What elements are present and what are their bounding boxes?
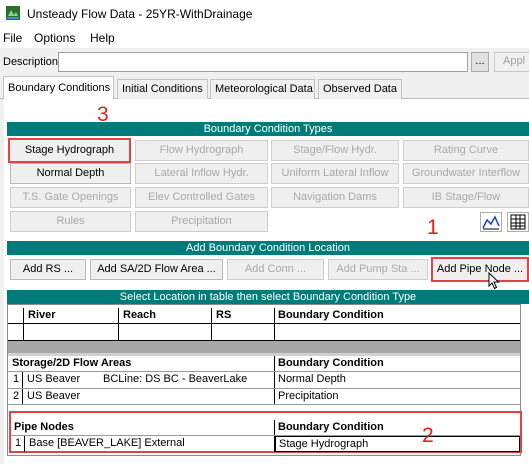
tab-observed-data[interactable]: Observed Data (318, 79, 402, 99)
add-pump-sta-button[interactable]: Add Pump Sta ... (328, 259, 428, 280)
table-icon[interactable] (507, 212, 529, 232)
pipe-row-bc[interactable]: Stage Hydrograph (275, 436, 520, 452)
storage-row-bcline[interactable] (100, 389, 272, 405)
storage-row-bcline[interactable]: BCLine: DS BC - BeaverLake (100, 372, 272, 388)
description-label: Description: (3, 56, 62, 68)
navigation-dams-button[interactable]: Navigation Dams (271, 187, 399, 208)
plot-icon[interactable] (480, 212, 502, 232)
add-sa-2d-flow-area-button[interactable]: Add SA/2D Flow Area ... (90, 259, 223, 280)
col-header-reach: Reach (123, 309, 157, 321)
add-location-header: Add Boundary Condition Location (7, 241, 529, 255)
menu-file[interactable]: File (3, 31, 22, 45)
ts-gate-openings-button[interactable]: T.S. Gate Openings (10, 187, 131, 208)
mouse-cursor-icon (488, 272, 500, 290)
window-title: Unsteady Flow Data - 25YR-WithDrainage (27, 7, 253, 21)
row-divider (8, 404, 520, 405)
col-header-pipe-nodes: Pipe Nodes (14, 421, 74, 433)
app-icon (6, 6, 20, 20)
tab-boundary-conditions[interactable]: Boundary Conditions (3, 76, 114, 99)
col-divider (23, 308, 24, 340)
precipitation-button[interactable]: Precipitation (135, 211, 268, 232)
groundwater-interflow-button[interactable]: Groundwater Interflow (403, 163, 529, 184)
elev-controlled-gates-button[interactable]: Elev Controlled Gates (135, 187, 268, 208)
storage-row-number: 2 (13, 390, 20, 402)
storage-row-bc[interactable]: Precipitation (275, 389, 520, 405)
normal-depth-button[interactable]: Normal Depth (10, 163, 131, 184)
flow-hydrograph-button[interactable]: Flow Hydrograph (135, 140, 268, 161)
uniform-lateral-inflow-button[interactable]: Uniform Lateral Inflow (271, 163, 399, 184)
ib-stage-flow-button[interactable]: IB Stage/Flow (403, 187, 529, 208)
add-pipe-node-button[interactable]: Add Pipe Node ... (431, 257, 529, 282)
pipe-row-name[interactable]: Base [BEAVER_LAKE] External (26, 436, 272, 452)
storage-row-bc[interactable]: Normal Depth (275, 372, 520, 388)
storage-row-name[interactable]: US Beaver (24, 372, 94, 388)
add-rs-button[interactable]: Add RS ... (10, 259, 86, 280)
description-browse-button[interactable]: ... (471, 52, 489, 72)
menu-options[interactable]: Options (34, 31, 75, 45)
bc-types-header: Boundary Condition Types (7, 122, 529, 136)
table-header: Select Location in table then select Bou… (7, 290, 529, 304)
annotation-2: 2 (422, 424, 434, 447)
col-header-rs: RS (216, 309, 232, 321)
stage-hydrograph-button[interactable]: Stage Hydrograph (8, 138, 131, 163)
add-conn-button[interactable]: Add Conn ... (227, 259, 324, 280)
lateral-inflow-hydr-button[interactable]: Lateral Inflow Hydr. (135, 163, 268, 184)
description-input[interactable] (58, 52, 468, 72)
col-header-pipe-bc: Boundary Condition (278, 421, 384, 433)
row-divider (8, 323, 520, 324)
rating-curve-button[interactable]: Rating Curve (403, 140, 529, 161)
menu-bar (0, 28, 529, 48)
col-header-river: River (28, 309, 56, 321)
annotation-1: 1 (427, 216, 439, 239)
col-divider (211, 308, 212, 340)
col-header-storage-2d: Storage/2D Flow Areas (12, 357, 132, 369)
locations-table[interactable]: River Reach RS Boundary Condition Storag… (7, 304, 522, 456)
storage-row-number: 1 (13, 373, 20, 385)
tab-meteorological-data[interactable]: Meteorological Data (210, 79, 315, 99)
pipe-row-number: 1 (15, 437, 22, 449)
menu-help[interactable]: Help (90, 31, 115, 45)
stage-flow-hydr-button[interactable]: Stage/Flow Hydr. (271, 140, 399, 161)
apply-button[interactable]: Appl (494, 52, 529, 72)
col-header-storage-bc: Boundary Condition (278, 357, 384, 369)
rules-button[interactable]: Rules (10, 211, 131, 232)
col-header-boundary-condition: Boundary Condition (278, 309, 384, 321)
col-divider (24, 436, 25, 452)
tab-initial-conditions[interactable]: Initial Conditions (117, 79, 208, 99)
col-divider (118, 308, 119, 340)
storage-row-name[interactable]: US Beaver (24, 389, 94, 405)
col-divider (274, 308, 275, 340)
separator-row (8, 341, 520, 353)
